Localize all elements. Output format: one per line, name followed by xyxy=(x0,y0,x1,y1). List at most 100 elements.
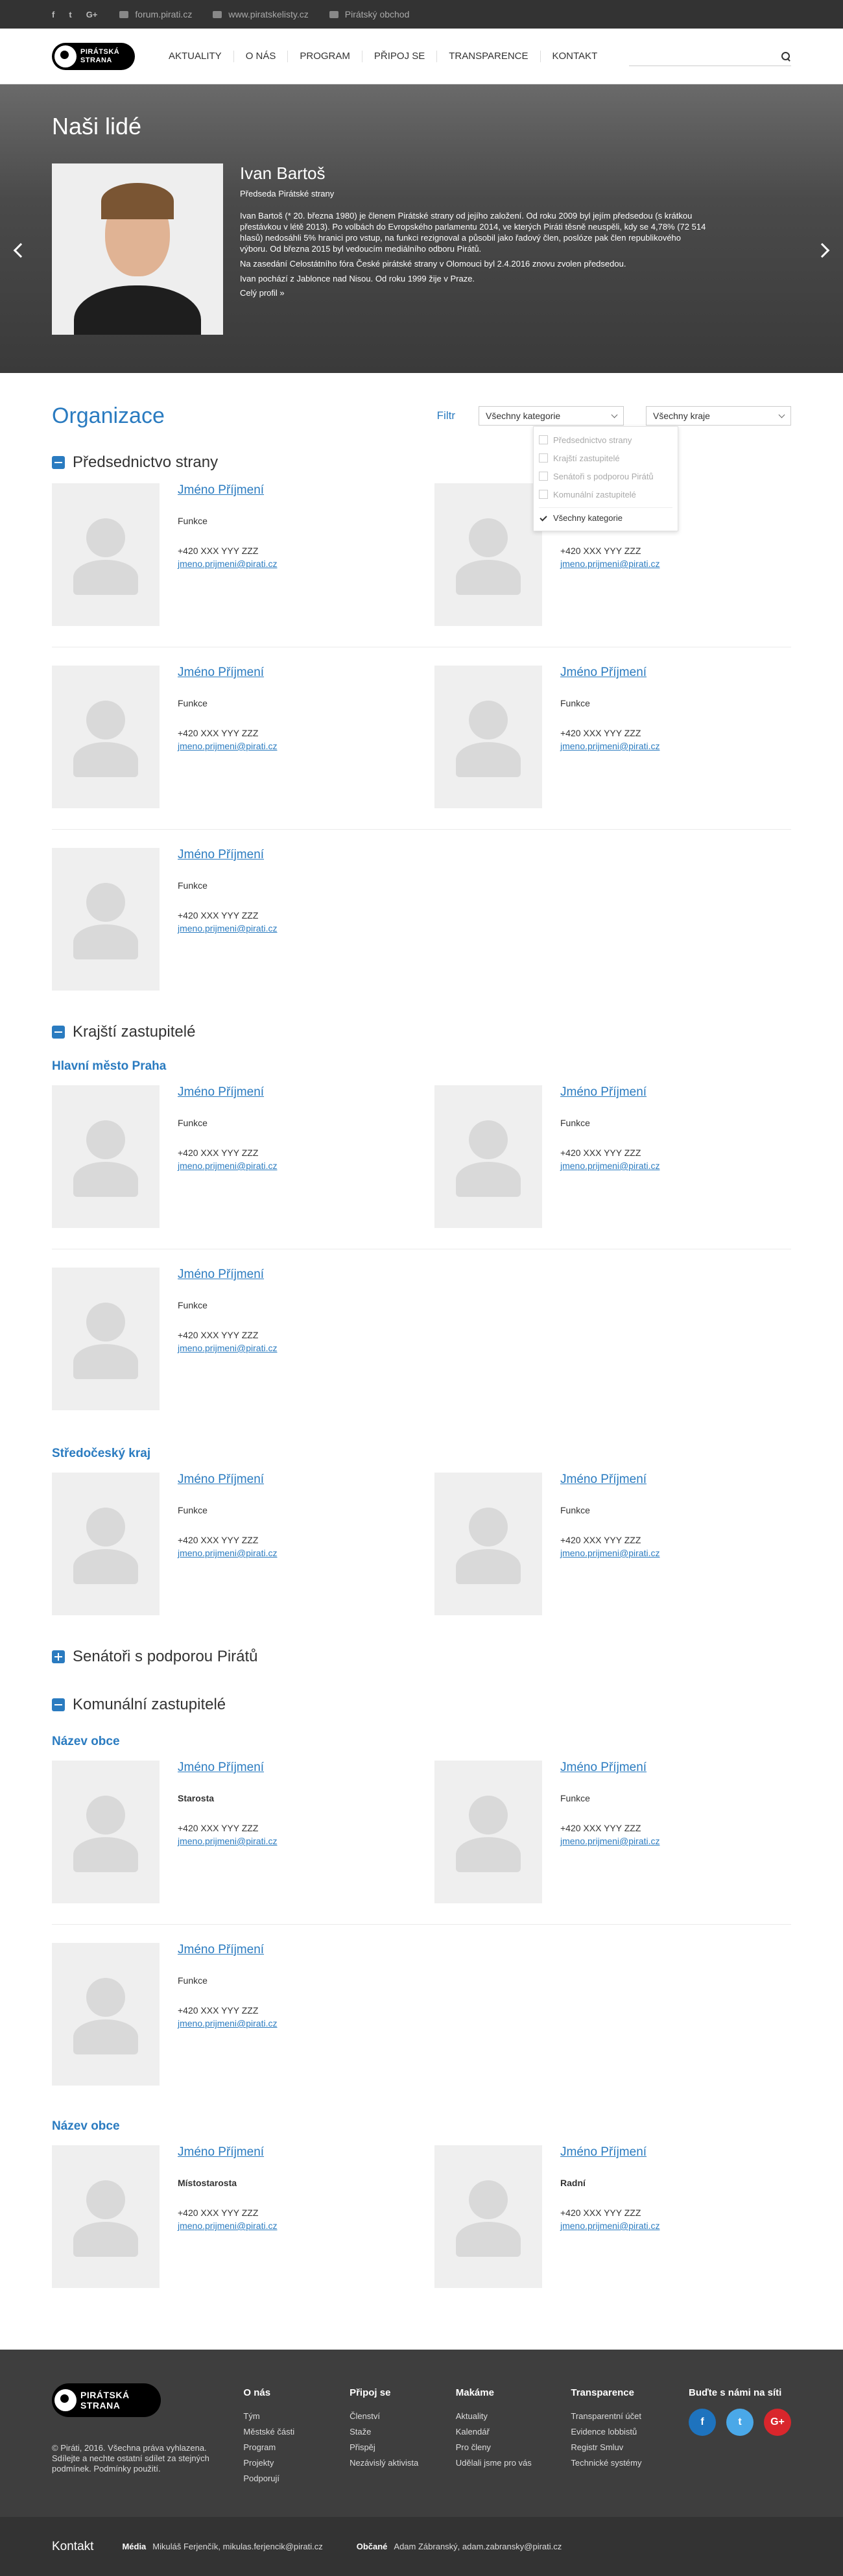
dropdown-option[interactable]: Senátoři s podporou Pirátů xyxy=(539,467,672,485)
shop-link[interactable]: Pirátský obchod xyxy=(329,9,409,19)
person-email[interactable]: jmeno.prijmeni@pirati.cz xyxy=(178,741,277,751)
footer-link[interactable]: Pro členy xyxy=(456,2440,571,2455)
person-name-link[interactable]: Jméno Příjmení xyxy=(178,848,277,862)
footer-logo[interactable]: PIRÁTSKÁ STRANA xyxy=(52,2383,161,2417)
person-email[interactable]: jmeno.prijmeni@pirati.cz xyxy=(560,1161,659,1171)
section-krajsti[interactable]: Krajští zastupitelé xyxy=(52,1022,791,1042)
avatar-placeholder xyxy=(434,2145,542,2288)
footer-link[interactable]: Registr Smluv xyxy=(571,2440,689,2455)
person-email[interactable]: jmeno.prijmeni@pirati.cz xyxy=(178,1343,277,1353)
next-arrow-icon[interactable] xyxy=(814,243,830,258)
footer-link[interactable]: Přispěj xyxy=(350,2440,456,2455)
nav-kontakt[interactable]: KONTAKT xyxy=(541,51,610,62)
person-card: Jméno Příjmení Funkce +420 XXX YYY ZZZ jmen… xyxy=(52,1268,409,1410)
person-name: Ivan Bartoš xyxy=(240,163,326,183)
avatar-placeholder xyxy=(52,1268,160,1410)
avatar-placeholder xyxy=(52,848,160,991)
terms-link[interactable]: Podmínky použití. xyxy=(93,2464,160,2474)
person-name-link[interactable]: Jméno Příjmení xyxy=(560,666,659,680)
person-email[interactable]: jmeno.prijmeni@pirati.cz xyxy=(560,741,659,751)
footer-link[interactable]: Evidence lobbistů xyxy=(571,2424,689,2440)
prev-arrow-icon[interactable] xyxy=(13,243,29,258)
footer-link[interactable]: Program xyxy=(243,2440,350,2455)
footer-link[interactable]: Projekty xyxy=(243,2455,350,2471)
person-email[interactable]: jmeno.prijmeni@pirati.cz xyxy=(178,559,277,569)
newspaper-icon xyxy=(213,10,222,18)
region-select[interactable]: Všechny kraje xyxy=(646,406,791,426)
section-senatori[interactable]: Senátoři s podporou Pirátů xyxy=(52,1646,791,1667)
person-name-link[interactable]: Jméno Příjmení xyxy=(178,483,277,498)
facebook-icon[interactable]: f xyxy=(689,2409,716,2436)
dropdown-option[interactable]: Krajští zastupitelé xyxy=(539,449,672,467)
person-email[interactable]: jmeno.prijmeni@pirati.cz xyxy=(178,1548,277,1558)
person-name-link[interactable]: Jméno Příjmení xyxy=(178,1085,277,1100)
search-input[interactable] xyxy=(629,51,781,62)
footer-link[interactable]: Staže xyxy=(350,2424,456,2440)
person-name-link[interactable]: Jméno Příjmení xyxy=(178,1943,277,1957)
person-card: Jméno Příjmení Starosta +420 XXX YYY ZZZ jm… xyxy=(52,1761,409,1903)
person-name-link[interactable]: Jméno Příjmení xyxy=(560,1761,659,1775)
avatar-placeholder xyxy=(52,1943,160,2086)
person-function: Funkce xyxy=(178,1300,208,1310)
google-plus-icon[interactable]: G+ xyxy=(86,10,98,19)
person-email[interactable]: jmeno.prijmeni@pirati.cz xyxy=(178,1836,277,1846)
person-email[interactable]: jmeno.prijmeni@pirati.cz xyxy=(178,2018,277,2028)
person-email[interactable]: jmeno.prijmeni@pirati.cz xyxy=(178,2221,277,2231)
footer-link[interactable]: Transparentní účet xyxy=(571,2409,689,2424)
avatar-placeholder xyxy=(434,1085,542,1228)
person-email[interactable]: jmeno.prijmeni@pirati.cz xyxy=(178,1161,277,1171)
expand-icon[interactable] xyxy=(52,1650,65,1663)
search-icon[interactable] xyxy=(781,51,791,62)
forum-link[interactable]: forum.pirati.cz xyxy=(119,9,192,19)
footer-link[interactable]: Podporují xyxy=(243,2471,350,2486)
collapse-icon[interactable] xyxy=(52,1698,65,1711)
dropdown-option-selected[interactable]: Všechny kategorie xyxy=(539,507,672,525)
footer-link[interactable]: Nezávislý aktivista xyxy=(350,2455,456,2471)
collapse-icon[interactable] xyxy=(52,456,65,469)
nav-transparence[interactable]: TRANSPARENCE xyxy=(437,51,541,62)
person-function: Funkce xyxy=(178,1975,208,1986)
twitter-icon[interactable]: t xyxy=(69,10,71,19)
facebook-icon[interactable]: f xyxy=(52,10,54,19)
nav-aktuality[interactable]: AKTUALITY xyxy=(169,51,234,62)
filter-label: Filtr xyxy=(436,409,455,422)
nav-program[interactable]: PROGRAM xyxy=(288,51,362,62)
category-dropdown: Předsednictvo strany Krajští zastupitelé… xyxy=(533,426,678,531)
logo[interactable]: PIRÁTSKÁ STRANA xyxy=(52,43,135,70)
dropdown-option[interactable]: Komunální zastupitelé xyxy=(539,485,672,503)
person-email[interactable]: jmeno.prijmeni@pirati.cz xyxy=(560,1548,659,1558)
person-name-link[interactable]: Jméno Příjmení xyxy=(178,1473,277,1487)
person-card: Jméno Příjmení Místostarosta +420 XXX YYY … xyxy=(52,2145,409,2288)
footer-link[interactable]: Městské části xyxy=(243,2424,350,2440)
person-name-link[interactable]: Jméno Příjmení xyxy=(560,2145,659,2160)
footer-link[interactable]: Aktuality xyxy=(456,2409,571,2424)
category-select[interactable]: Všechny kategorie xyxy=(479,406,624,426)
footer-link[interactable]: Technické systémy xyxy=(571,2455,689,2471)
section-predsednictvo[interactable]: Předsednictvo strany xyxy=(52,452,791,473)
person-email[interactable]: jmeno.prijmeni@pirati.cz xyxy=(560,2221,659,2231)
person-email[interactable]: jmeno.prijmeni@pirati.cz xyxy=(560,1836,659,1846)
person-name-link[interactable]: Jméno Příjmení xyxy=(178,2145,277,2160)
nav-pripoj-se[interactable]: PŘIPOJ SE xyxy=(362,51,438,62)
media-contact[interactable]: Mikuláš Ferjenčík, mikulas.ferjencik@pir… xyxy=(152,2542,322,2551)
footer-link[interactable]: Kalendář xyxy=(456,2424,571,2440)
person-email[interactable]: jmeno.prijmeni@pirati.cz xyxy=(560,559,659,569)
footer-link[interactable]: Členství xyxy=(350,2409,456,2424)
google-plus-icon[interactable]: G+ xyxy=(764,2409,791,2436)
collapse-icon[interactable] xyxy=(52,1026,65,1039)
full-profile-link[interactable]: Celý profil » xyxy=(240,288,285,298)
dropdown-option[interactable]: Předsednictvo strany xyxy=(539,431,672,449)
person-name-link[interactable]: Jméno Příjmení xyxy=(178,1761,277,1775)
person-name-link[interactable]: Jméno Příjmení xyxy=(560,1085,659,1100)
person-name-link[interactable]: Jméno Příjmení xyxy=(178,666,277,680)
person-name-link[interactable]: Jméno Příjmení xyxy=(178,1268,277,1282)
twitter-icon[interactable]: t xyxy=(726,2409,754,2436)
footer-link[interactable]: Udělali jsme pro vás xyxy=(456,2455,571,2471)
footer-link[interactable]: Tým xyxy=(243,2409,350,2424)
person-name-link[interactable]: Jméno Příjmení xyxy=(560,1473,659,1487)
piratskelisty-link[interactable]: www.piratskelisty.cz xyxy=(213,9,309,19)
section-komunalni[interactable]: Komunální zastupitelé xyxy=(52,1694,791,1715)
citizens-contact[interactable]: Adam Zábranský, adam.zabransky@pirati.cz xyxy=(394,2542,562,2551)
nav-o-nas[interactable]: O NÁS xyxy=(234,51,289,62)
person-email[interactable]: jmeno.prijmeni@pirati.cz xyxy=(178,923,277,933)
